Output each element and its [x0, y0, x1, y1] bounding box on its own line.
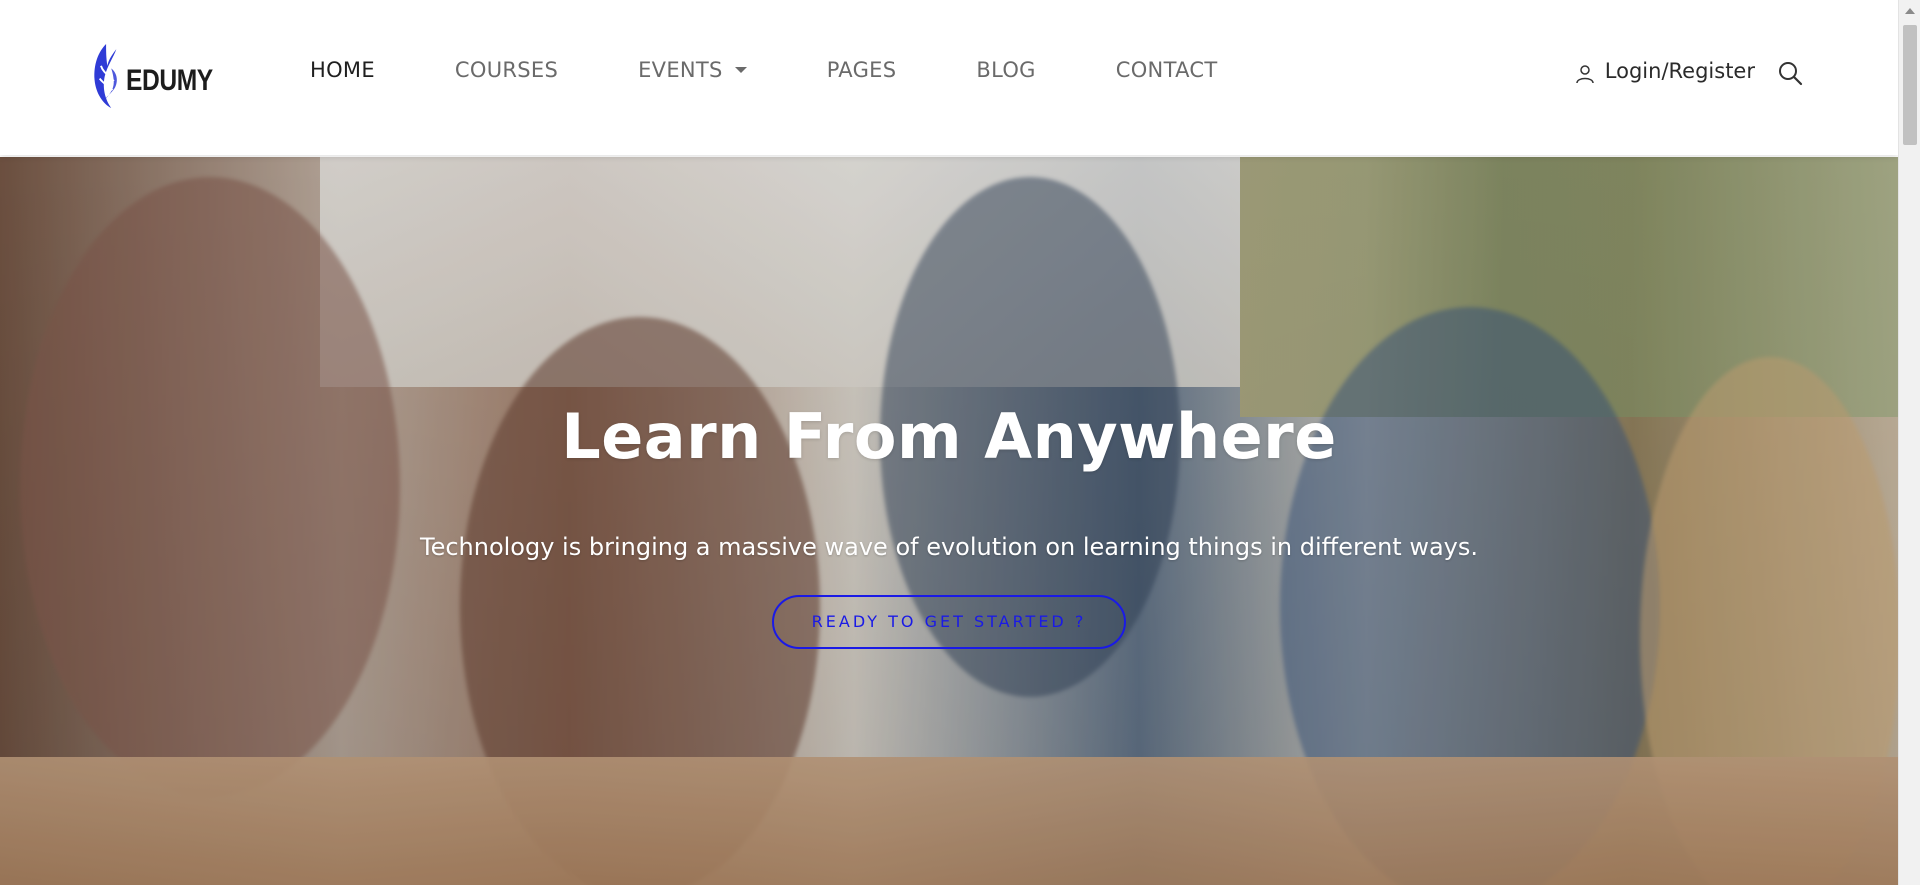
main-nav: HOME COURSES EVENTS PAGES BLOG CONTACT	[310, 58, 1297, 82]
edumy-logo-icon	[94, 44, 117, 108]
nav-home[interactable]: HOME	[310, 58, 375, 82]
user-icon	[1576, 65, 1594, 84]
hero-banner: Learn From Anywhere Technology is bringi…	[0, 157, 1898, 885]
brand-logo[interactable]: EDUMY	[92, 24, 232, 128]
nav-events[interactable]: EVENTS	[638, 58, 747, 82]
nav-courses-label: COURSES	[454, 58, 559, 82]
nav-blog-label: BLOG	[976, 58, 1036, 82]
scroll-thumb[interactable]	[1903, 25, 1917, 145]
get-started-button[interactable]: READY TO GET STARTED ?	[771, 594, 1127, 649]
hero-content: Learn From Anywhere Technology is bringi…	[0, 157, 1898, 885]
nav-home-label: HOME	[310, 58, 375, 82]
hero-subtitle: Technology is bringing a massive wave of…	[419, 532, 1478, 561]
page: EDUMY HOME COURSES EVENTS PAGES BLOG CON…	[0, 0, 1920, 885]
site-header: EDUMY HOME COURSES EVENTS PAGES BLOG CON…	[0, 0, 1898, 155]
nav-pages[interactable]: PAGES	[827, 58, 897, 82]
nav-blog[interactable]: BLOG	[976, 58, 1035, 82]
brand-name: EDUMY	[126, 64, 213, 97]
hero-title: Learn From Anywhere	[561, 400, 1337, 473]
search-icon[interactable]	[1777, 60, 1803, 86]
chevron-down-icon	[734, 67, 747, 73]
login-register-link[interactable]: Login/Register	[1605, 59, 1755, 83]
nav-contact[interactable]: CONTACT	[1116, 58, 1218, 82]
auth-area: Login/Register	[1575, 56, 1803, 86]
nav-contact-label: CONTACT	[1115, 58, 1218, 82]
nav-events-label: EVENTS	[638, 58, 723, 82]
nav-courses[interactable]: COURSES	[455, 58, 558, 82]
scroll-up-arrow-icon[interactable]	[1905, 8, 1915, 14]
get-started-label: READY TO GET STARTED ?	[811, 612, 1087, 632]
nav-pages-label: PAGES	[826, 58, 897, 82]
page-scrollbar[interactable]	[1898, 0, 1920, 885]
